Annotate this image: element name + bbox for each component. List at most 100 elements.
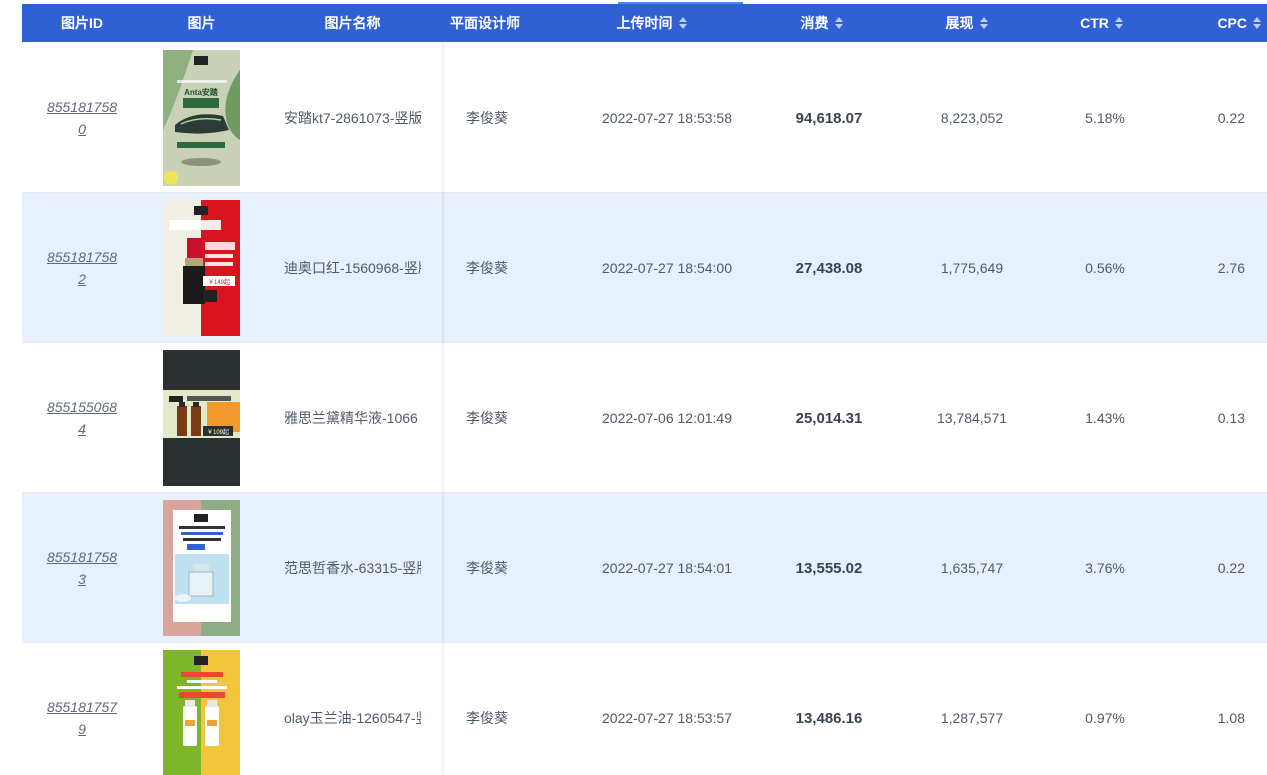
col-header-designer: 平面设计师	[450, 4, 530, 42]
ad-image-thumbnail[interactable]: Anta安踏	[163, 50, 240, 186]
name-cell: olay玉兰油-1260547-竖版	[284, 643, 421, 775]
col-header-impressions-label: 展现	[945, 15, 974, 31]
ctr-value: 0.56%	[1085, 260, 1125, 276]
spend-value: 27,438.08	[795, 259, 863, 277]
id-cell: 855181757 9	[44, 643, 120, 775]
name-cell: 雅思兰黛精华液-1066	[284, 343, 421, 493]
cpc-value: 1.08	[1217, 710, 1245, 726]
image-name: 雅思兰黛精华液-1066	[284, 410, 418, 426]
spend-value: 13,555.02	[795, 559, 863, 577]
ctr-value: 5.18%	[1085, 110, 1125, 126]
image-id-link[interactable]: 855181758 2	[44, 246, 120, 290]
ctr-cell: 5.18%	[1055, 43, 1155, 193]
spend-value: 25,014.31	[795, 409, 863, 427]
sort-icon[interactable]	[678, 17, 688, 29]
name-cell: 迪奥口红-1560968-竖版	[284, 193, 421, 343]
spend-value: 94,618.07	[795, 109, 863, 127]
cpc-cell: 0.13	[1165, 343, 1245, 493]
sort-icon[interactable]	[1114, 17, 1124, 29]
spend-cell: 27,438.08	[779, 193, 879, 343]
designer-name: 李俊葵	[466, 560, 508, 576]
cpc-value: 0.22	[1217, 560, 1245, 576]
impressions-cell: 13,784,571	[922, 343, 1022, 493]
col-header-id-label: 图片ID	[61, 15, 103, 31]
upload-time-cell: 2022-07-27 18:54:01	[582, 493, 752, 643]
image-id-link[interactable]: 855181758 0	[44, 96, 120, 140]
id-cell: 855181758 3	[44, 493, 120, 643]
col-header-upload-time[interactable]: 上传时间	[582, 4, 722, 42]
col-header-name-label: 图片名称	[324, 15, 381, 31]
designer-name: 李俊葵	[466, 710, 508, 726]
sort-icon[interactable]	[834, 17, 844, 29]
impressions-cell: 1,287,577	[922, 643, 1022, 775]
ad-image-thumbnail[interactable]: ￥109起	[163, 350, 240, 486]
ad-image-thumbnail[interactable]	[163, 500, 240, 636]
designer-cell: 李俊葵	[466, 493, 546, 643]
spend-value: 13,486.16	[795, 709, 863, 727]
fixed-column-shadow	[442, 42, 445, 775]
table-row: 8551817579 olay玉兰油-1260547-竖版 李俊葵 2022-0…	[22, 643, 1267, 775]
ad-image-thumbnail[interactable]: ￥149起	[163, 200, 240, 336]
perfume-ad-image	[163, 500, 240, 636]
table-row: 855181758 0 Anta安踏 安踏kt7-2861073-竖版 李俊葵 2…	[22, 43, 1267, 193]
col-header-cpc[interactable]: CPC	[1182, 4, 1262, 42]
ctr-value: 3.76%	[1085, 560, 1125, 576]
spend-cell: 13,555.02	[779, 493, 879, 643]
svg-text:￥149起: ￥149起	[208, 278, 230, 286]
image-id-link[interactable]: 855155068 4	[44, 396, 120, 440]
ctr-value: 0.97%	[1085, 710, 1125, 726]
designer-cell: 李俊葵	[466, 343, 546, 493]
cpc-cell: 2.76	[1165, 193, 1245, 343]
designer-name: 李俊葵	[466, 110, 508, 126]
sneaker-ad-image: Anta安踏	[163, 50, 240, 186]
col-header-image: 图片	[163, 4, 240, 42]
designer-cell: 李俊葵	[466, 43, 546, 193]
upload-time-cell: 2022-07-27 18:53:57	[582, 643, 752, 775]
col-header-spend[interactable]: 消费	[782, 4, 862, 42]
ctr-cell: 1.43%	[1055, 343, 1155, 493]
cpc-value: 0.22	[1217, 110, 1245, 126]
image-id-link[interactable]: 855181758 3	[44, 546, 120, 590]
table-row: 855181758 2 ￥149起 迪奥口红-1560968-竖版 李俊葵 202…	[22, 193, 1267, 343]
col-header-ctr[interactable]: CTR	[1062, 4, 1142, 42]
ctr-value: 1.43%	[1085, 410, 1125, 426]
col-header-name: 图片名称	[284, 4, 421, 42]
svg-text:Anta安踏: Anta安踏	[184, 87, 219, 97]
olay-ad-image	[163, 650, 240, 775]
table-header: 图片ID 图片 图片名称 平面设计师 上传时间 消费 展现 CTR CPC	[22, 4, 1267, 42]
ctr-cell: 0.56%	[1055, 193, 1155, 343]
upload-time-cell: 2022-07-27 18:54:00	[582, 193, 752, 343]
table-row: 855155068 4 ￥109起 雅思兰黛精华液-1066 李俊葵 2022-0…	[22, 343, 1267, 493]
upload-time: 2022-07-27 18:53:57	[602, 710, 732, 726]
sort-icon[interactable]	[1253, 17, 1262, 29]
col-header-upload-time-label: 上传时间	[616, 15, 673, 31]
ad-image-table: 图片ID 图片 图片名称 平面设计师 上传时间 消费 展现 CTR CPC 85…	[22, 4, 1267, 775]
sort-icon[interactable]	[979, 17, 989, 29]
designer-cell: 李俊葵	[466, 643, 546, 775]
impressions-cell: 1,775,649	[922, 193, 1022, 343]
col-header-image-label: 图片	[187, 15, 216, 31]
upload-time: 2022-07-27 18:54:01	[602, 560, 732, 576]
impressions-cell: 1,635,747	[922, 493, 1022, 643]
image-name: 迪奥口红-1560968-竖版	[284, 260, 421, 276]
upload-time-cell: 2022-07-06 12:01:49	[582, 343, 752, 493]
spend-cell: 25,014.31	[779, 343, 879, 493]
col-header-impressions[interactable]: 展现	[927, 4, 1007, 42]
impressions-value: 1,287,577	[940, 710, 1004, 726]
name-cell: 安踏kt7-2861073-竖版	[284, 43, 421, 193]
designer-name: 李俊葵	[466, 410, 508, 426]
spend-cell: 94,618.07	[779, 43, 879, 193]
col-header-cpc-label: CPC	[1217, 15, 1247, 31]
impressions-value: 8,223,052	[940, 110, 1004, 126]
cpc-cell: 0.22	[1165, 43, 1245, 193]
upload-time-cell: 2022-07-27 18:53:58	[582, 43, 752, 193]
name-cell: 范思哲香水-63315-竖版	[284, 493, 421, 643]
spend-cell: 13,486.16	[779, 643, 879, 775]
image-name: olay玉兰油-1260547-竖版	[284, 710, 421, 726]
id-cell: 855181758 0	[44, 43, 120, 193]
lipstick-ad-image: ￥149起	[163, 200, 240, 336]
impressions-value: 1,775,649	[940, 260, 1004, 276]
image-name: 安踏kt7-2861073-竖版	[284, 110, 421, 126]
image-id-link[interactable]: 855181757 9	[44, 696, 120, 740]
ad-image-thumbnail[interactable]	[163, 650, 240, 775]
